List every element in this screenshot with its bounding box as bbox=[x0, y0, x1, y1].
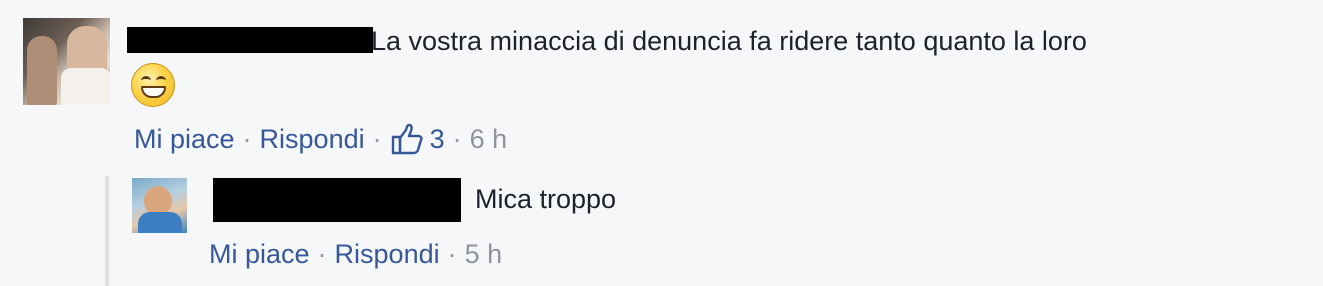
reply-link[interactable]: Rispondi bbox=[260, 122, 365, 156]
separator-dot: · bbox=[372, 124, 382, 154]
commenter-avatar[interactable] bbox=[23, 18, 110, 105]
comment-actions: Mi piace · Rispondi · 3 · 6 h bbox=[134, 122, 507, 156]
separator-dot: · bbox=[447, 239, 457, 269]
like-count: 3 bbox=[429, 124, 445, 154]
separator-dot: · bbox=[242, 124, 252, 154]
emoji-mouth bbox=[141, 86, 166, 98]
thumbs-up-icon bbox=[391, 123, 423, 155]
reply-actions: Mi piace · Rispondi · 5 h bbox=[209, 237, 502, 271]
avatar-body bbox=[138, 212, 182, 233]
emoji-left-eye bbox=[141, 76, 151, 85]
emoji-right-eye bbox=[156, 76, 166, 85]
grinning-face-emoji-icon bbox=[131, 63, 175, 107]
avatar-person-left bbox=[27, 36, 57, 105]
reply-text: Mica troppo bbox=[475, 184, 617, 214]
like-count-button[interactable]: 3 bbox=[390, 122, 445, 156]
reply-thread-line bbox=[105, 176, 109, 286]
replier-avatar[interactable] bbox=[132, 178, 187, 233]
comment-timestamp[interactable]: 6 h bbox=[470, 122, 508, 156]
separator-dot: · bbox=[452, 124, 462, 154]
redacted-commenter-name bbox=[127, 27, 373, 53]
reply-link[interactable]: Rispondi bbox=[335, 237, 440, 271]
separator-dot: · bbox=[317, 239, 327, 269]
like-link[interactable]: Mi piace bbox=[209, 237, 310, 271]
like-link[interactable]: Mi piace bbox=[134, 122, 235, 156]
redacted-replier-name bbox=[213, 178, 461, 222]
comment-text: La vostra minaccia di denuncia fa ridere… bbox=[371, 26, 1087, 56]
reply-timestamp[interactable]: 5 h bbox=[465, 237, 503, 271]
avatar-shirt bbox=[61, 68, 110, 105]
